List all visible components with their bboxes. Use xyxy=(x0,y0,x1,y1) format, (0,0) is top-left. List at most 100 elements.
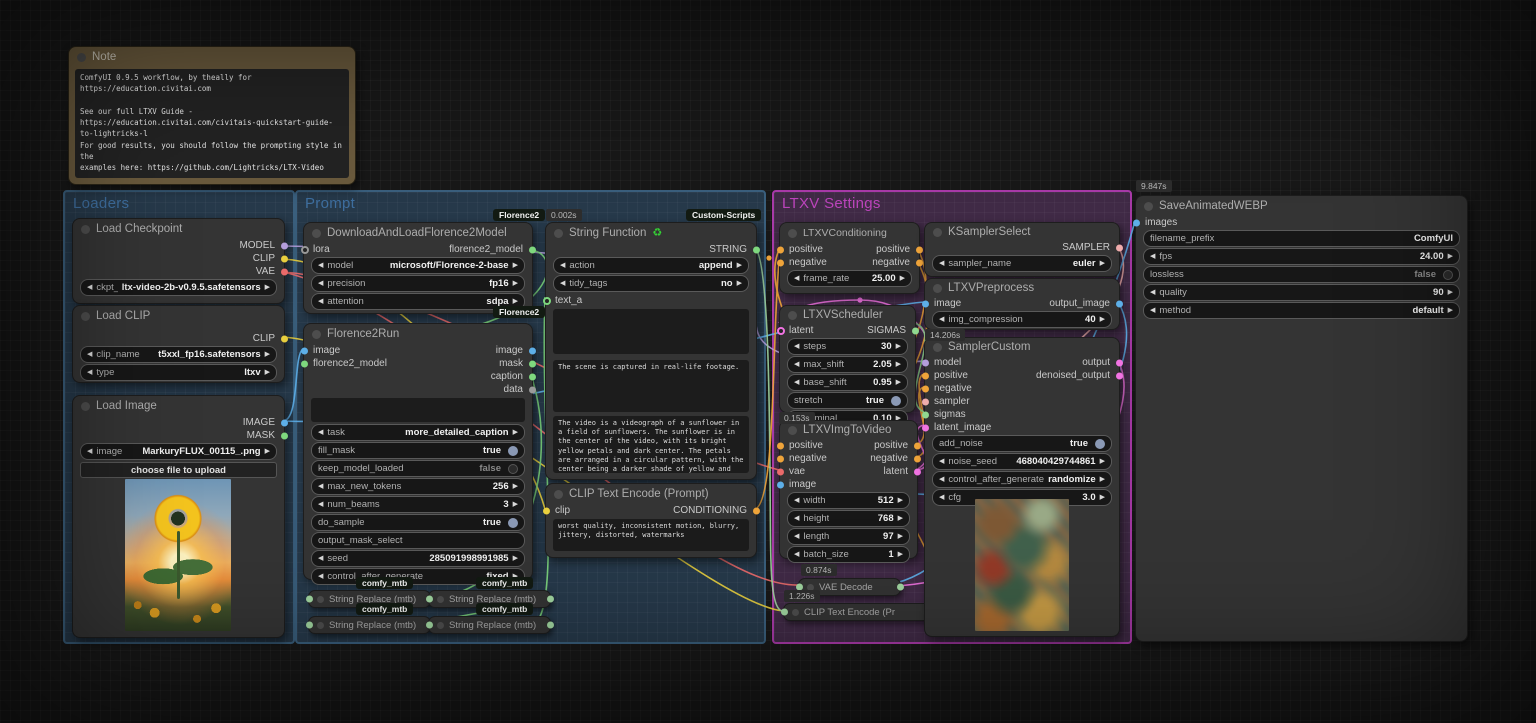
output-slot-caption[interactable]: caption xyxy=(491,371,523,382)
node-graph-canvas[interactable]: Loaders Prompt LTXV Settings xyxy=(0,0,1536,723)
collapse-dot[interactable] xyxy=(437,622,444,629)
input-slot-florence2-model[interactable]: florence2_model xyxy=(313,358,387,369)
text-widget-empty[interactable] xyxy=(311,398,525,422)
input-slot-positive[interactable]: positive xyxy=(789,440,823,451)
input-slot-clip[interactable]: clip xyxy=(555,505,570,516)
next-arrow-icon[interactable]: ▶ xyxy=(898,533,903,540)
prev-arrow-icon[interactable]: ◀ xyxy=(794,515,799,522)
output-slot-clip[interactable]: CLIP xyxy=(253,333,275,344)
prev-arrow-icon[interactable]: ◀ xyxy=(318,280,323,287)
prev-arrow-icon[interactable]: ◀ xyxy=(318,429,323,436)
text-widget-b[interactable]: The scene is captured in real-life foota… xyxy=(553,360,749,412)
prev-arrow-icon[interactable]: ◀ xyxy=(939,458,944,465)
input-slot-model[interactable]: model xyxy=(934,357,961,368)
widget-output-mask-select[interactable]: output_mask_select xyxy=(311,532,525,549)
output-slot-latent[interactable]: latent xyxy=(884,466,908,477)
next-arrow-icon[interactable]: ▶ xyxy=(1448,253,1453,260)
widget-frame-rate[interactable]: ◀frame_rate25.00▶ xyxy=(787,270,912,287)
output-slot-vae[interactable]: VAE xyxy=(256,266,275,277)
input-slot-negative[interactable]: negative xyxy=(934,383,972,394)
output-slot-output-image[interactable]: output_image xyxy=(1049,298,1110,309)
next-arrow-icon[interactable]: ▶ xyxy=(513,298,518,305)
node-sampler-custom[interactable]: SamplerCustom model output positive deno… xyxy=(924,337,1120,637)
widget-length[interactable]: ◀length97▶ xyxy=(787,528,910,545)
output-slot-data[interactable]: data xyxy=(504,384,523,395)
prev-arrow-icon[interactable]: ◀ xyxy=(794,379,799,386)
toggle-on[interactable] xyxy=(1095,439,1105,449)
node-ltxv-preprocess[interactable]: LTXVPreprocess image output_image ◀img_c… xyxy=(924,278,1120,330)
widget-seed[interactable]: ◀seed285091998991985▶ xyxy=(311,550,525,567)
input-slot-sampler[interactable]: sampler xyxy=(934,396,970,407)
widget-fps[interactable]: ◀fps24.00▶ xyxy=(1143,248,1460,265)
prev-arrow-icon[interactable]: ◀ xyxy=(794,343,799,350)
node-load-clip[interactable]: Load CLIP CLIP ◀clip_namet5xxl_fp16.safe… xyxy=(72,305,285,383)
toggle-off[interactable] xyxy=(1443,270,1453,280)
collapse-dot[interactable] xyxy=(554,490,563,499)
next-arrow-icon[interactable]: ▶ xyxy=(737,280,742,287)
prev-arrow-icon[interactable]: ◀ xyxy=(939,260,944,267)
widget-base-shift[interactable]: ◀base_shift0.95▶ xyxy=(787,374,908,391)
widget-fill-mask[interactable]: fill_masktrue xyxy=(311,442,525,459)
collapse-dot[interactable] xyxy=(933,228,942,237)
widget-stretch[interactable]: stretchtrue xyxy=(787,392,908,409)
next-arrow-icon[interactable]: ▶ xyxy=(265,351,270,358)
prev-arrow-icon[interactable]: ◀ xyxy=(794,533,799,540)
output-slot-image[interactable]: IMAGE xyxy=(243,417,275,428)
widget-method[interactable]: ◀methoddefault▶ xyxy=(1143,302,1460,319)
output-slot-image[interactable]: image xyxy=(496,345,523,356)
widget-add-noise[interactable]: add_noisetrue xyxy=(932,435,1112,452)
output-slot-mask[interactable]: mask xyxy=(499,358,523,369)
next-arrow-icon[interactable]: ▶ xyxy=(896,361,901,368)
input-slot-vae[interactable]: vae xyxy=(789,466,805,477)
output-slot-clip[interactable]: CLIP xyxy=(253,253,275,264)
input-slot-image[interactable]: image xyxy=(789,479,816,490)
prev-arrow-icon[interactable]: ◀ xyxy=(939,494,944,501)
output-slot-output[interactable]: output xyxy=(1082,357,1110,368)
collapse-dot[interactable] xyxy=(1144,202,1153,211)
prev-arrow-icon[interactable]: ◀ xyxy=(318,483,323,490)
prev-arrow-icon[interactable]: ◀ xyxy=(794,551,799,558)
prev-arrow-icon[interactable]: ◀ xyxy=(87,351,92,358)
output-slot-mask[interactable]: MASK xyxy=(247,430,275,441)
widget-clip-name[interactable]: ◀clip_namet5xxl_fp16.safetensors▶ xyxy=(80,346,277,363)
next-arrow-icon[interactable]: ▶ xyxy=(265,369,270,376)
output-slot-negative[interactable]: negative xyxy=(872,257,910,268)
widget-do-sample[interactable]: do_sampletrue xyxy=(311,514,525,531)
choose-file-button[interactable]: choose file to upload xyxy=(80,462,277,478)
node-clip-text-encode-prompt[interactable]: CLIP Text Encode (Prompt) clip CONDITION… xyxy=(545,483,757,558)
text-widget-c[interactable]: The video is a videograph of a sunflower… xyxy=(553,416,749,473)
output-slot-florence2-model[interactable]: florence2_model xyxy=(449,244,523,255)
prev-arrow-icon[interactable]: ◀ xyxy=(318,555,323,562)
output-slot-sampler[interactable]: SAMPLER xyxy=(1062,242,1110,253)
node-ksampler-select[interactable]: KSamplerSelect SAMPLER ◀sampler_nameeule… xyxy=(924,222,1120,277)
prev-arrow-icon[interactable]: ◀ xyxy=(560,262,565,269)
input-slot-positive[interactable]: positive xyxy=(789,244,823,255)
next-arrow-icon[interactable]: ▶ xyxy=(1100,260,1105,267)
prev-arrow-icon[interactable]: ◀ xyxy=(318,573,323,580)
input-slot-latent-image[interactable]: latent_image xyxy=(934,422,991,433)
input-slot-lora[interactable]: lora xyxy=(313,244,330,255)
widget-image[interactable]: ◀imageMarkuryFLUX_00115_.png▶ xyxy=(80,443,277,460)
next-arrow-icon[interactable]: ▶ xyxy=(1100,458,1105,465)
collapse-dot[interactable] xyxy=(77,53,86,62)
collapse-dot[interactable] xyxy=(792,609,799,616)
output-slot-sigmas[interactable]: SIGMAS xyxy=(867,325,906,336)
node-florence2-run[interactable]: Florence2Run image image florence2_model… xyxy=(303,323,533,580)
toggle-off[interactable] xyxy=(508,464,518,474)
collapse-dot[interactable] xyxy=(788,229,797,238)
collapse-dot[interactable] xyxy=(788,311,797,320)
prev-arrow-icon[interactable]: ◀ xyxy=(87,284,92,291)
node-string-replace-4[interactable]: String Replace (mtb) xyxy=(428,616,551,634)
prev-arrow-icon[interactable]: ◀ xyxy=(939,316,944,323)
widget-steps[interactable]: ◀steps30▶ xyxy=(787,338,908,355)
node-string-replace-3[interactable]: String Replace (mtb) xyxy=(308,616,431,634)
next-arrow-icon[interactable]: ▶ xyxy=(1100,316,1105,323)
input-slot-positive[interactable]: positive xyxy=(934,370,968,381)
text-widget-a[interactable] xyxy=(553,309,749,354)
next-arrow-icon[interactable]: ▶ xyxy=(737,262,742,269)
next-arrow-icon[interactable]: ▶ xyxy=(898,497,903,504)
prev-arrow-icon[interactable]: ◀ xyxy=(318,298,323,305)
next-arrow-icon[interactable]: ▶ xyxy=(265,284,270,291)
toggle-on[interactable] xyxy=(891,396,901,406)
prev-arrow-icon[interactable]: ◀ xyxy=(318,501,323,508)
